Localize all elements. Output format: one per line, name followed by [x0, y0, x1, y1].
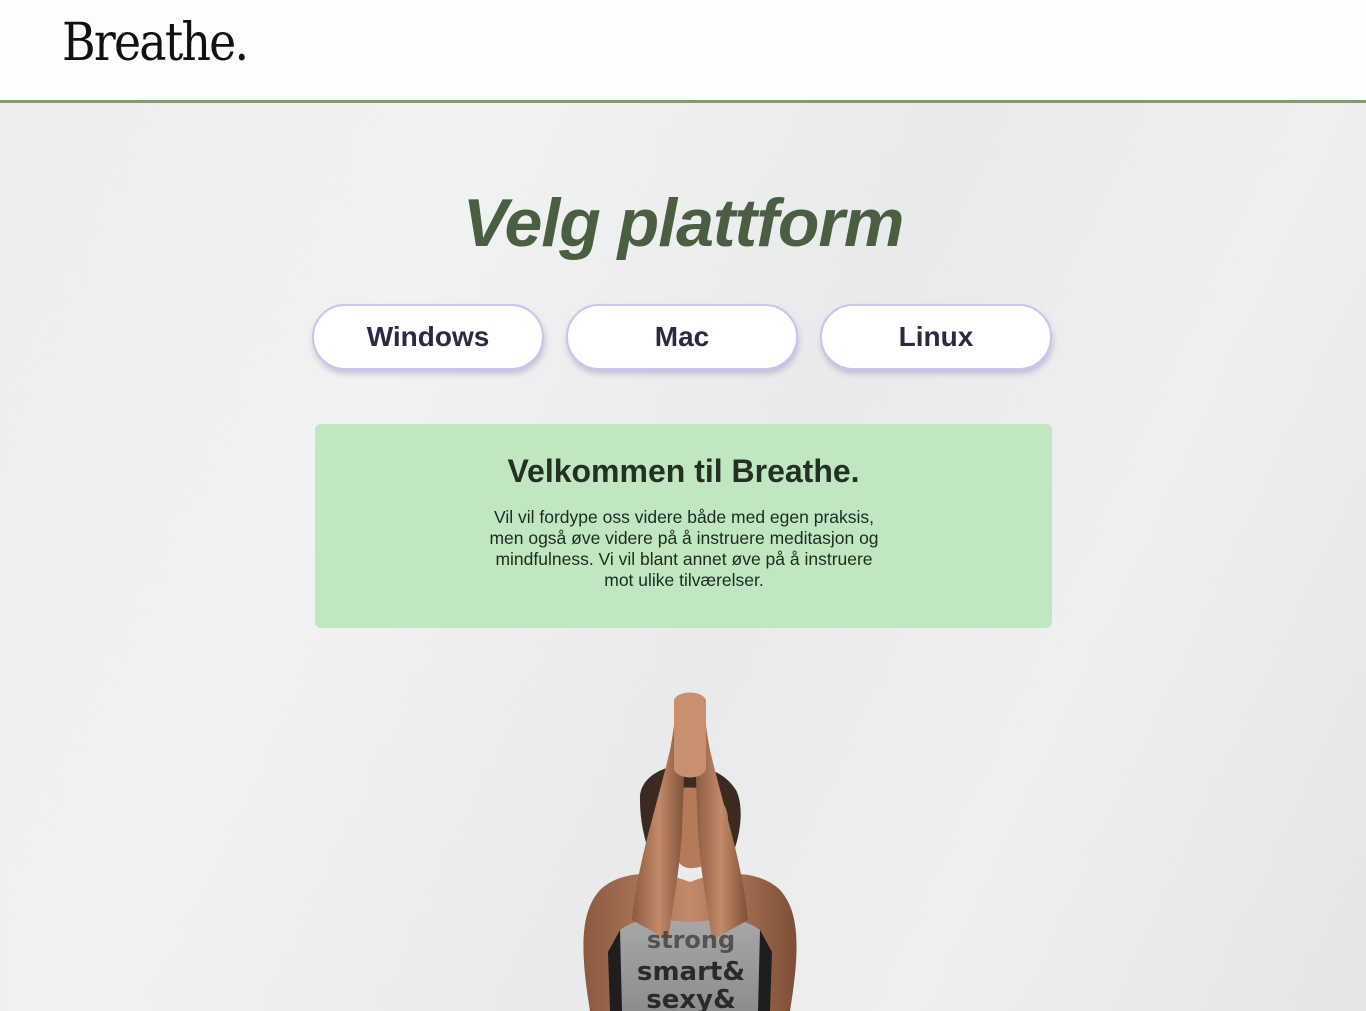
shirt-text-2: smart&	[637, 957, 745, 987]
site-header: Breathe.	[0, 0, 1366, 103]
shirt-text-1: strong	[647, 926, 735, 954]
platform-selector: Windows Mac Linux	[0, 304, 1366, 374]
linux-button[interactable]: Linux	[820, 304, 1052, 370]
page-title: Velg plattform	[462, 185, 905, 261]
welcome-title: Velkommen til Breathe.	[507, 453, 860, 489]
yoga-woman-image: strong smart& sexy&	[560, 690, 820, 1011]
logo[interactable]: Breathe.	[62, 13, 249, 74]
mac-button[interactable]: Mac	[566, 304, 798, 370]
windows-button[interactable]: Windows	[312, 304, 544, 370]
welcome-card: Velkommen til Breathe. Vil vil fordype o…	[315, 424, 1052, 628]
welcome-text: Vil vil fordype oss videre både med egen…	[489, 507, 879, 590]
shirt-text-3: sexy&	[646, 985, 736, 1011]
